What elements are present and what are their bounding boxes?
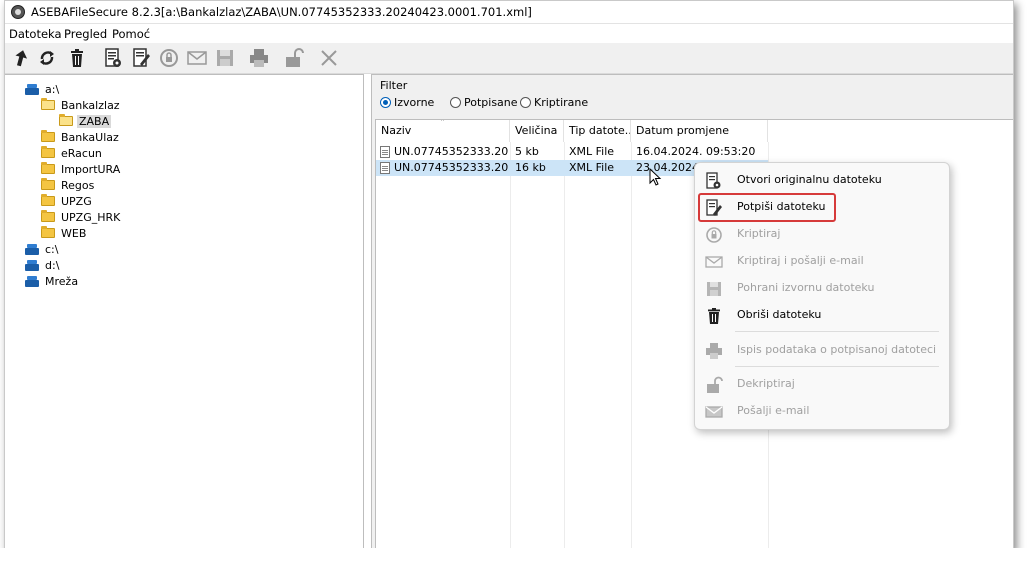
drive-icon bbox=[25, 259, 39, 271]
title-bar: ASEBAFileSecure 8.2.3[a:\Bankalzlaz\ZABA… bbox=[5, 1, 1013, 24]
table-row[interactable]: UN.07745352333.2024... 5 kb XML File 16.… bbox=[376, 144, 768, 160]
tree-item-importura[interactable]: ImportURA bbox=[41, 161, 122, 177]
app-logo-icon bbox=[11, 5, 25, 19]
email-icon bbox=[705, 256, 723, 268]
toolbar bbox=[5, 43, 1013, 74]
delete-icon bbox=[708, 308, 720, 324]
filter-label: Filter bbox=[380, 79, 408, 92]
email-icon[interactable] bbox=[185, 46, 209, 70]
folder-icon bbox=[41, 194, 55, 206]
menu-bar: Datoteka Pregled Pomoć bbox=[5, 25, 1013, 43]
context-item-decrypt[interactable]: Dekriptiraj bbox=[695, 373, 949, 395]
context-item-encrypt[interactable]: Kriptiraj bbox=[695, 223, 949, 245]
filter-radio-izvorne[interactable]: Izvorne bbox=[380, 96, 434, 109]
encrypt-icon bbox=[706, 227, 722, 243]
folder-icon bbox=[41, 226, 55, 238]
drive-icon bbox=[25, 83, 39, 95]
folder-icon bbox=[41, 98, 55, 110]
up-arrow-icon[interactable] bbox=[9, 46, 33, 70]
page-margin bbox=[0, 548, 1036, 585]
context-item-encrypt-email[interactable]: Kriptiraj i pošalji e-mail bbox=[695, 250, 949, 272]
xml-file-icon bbox=[380, 162, 390, 174]
delete-icon[interactable] bbox=[65, 46, 89, 70]
column-header-naziv[interactable]: Naziv ˄ bbox=[376, 120, 510, 142]
menu-pregled[interactable]: Pregled bbox=[64, 27, 107, 41]
highlight-annotation bbox=[698, 193, 836, 222]
print-icon[interactable] bbox=[247, 46, 271, 70]
open-document-icon bbox=[706, 172, 721, 189]
mouse-cursor-icon bbox=[649, 168, 662, 186]
refresh-icon[interactable] bbox=[35, 46, 59, 70]
menu-separator bbox=[735, 366, 939, 367]
unlock-icon bbox=[707, 376, 723, 393]
unlock-icon[interactable] bbox=[281, 46, 305, 70]
tree-item-regos[interactable]: Regos bbox=[41, 177, 96, 193]
column-header-tip[interactable]: Tip datote... bbox=[564, 120, 631, 142]
tree-item-bankaulaz[interactable]: BankaUlaz bbox=[41, 129, 121, 145]
tree-item-eracun[interactable]: eRacun bbox=[41, 145, 104, 161]
context-item-save-original[interactable]: Pohrani izvornu datoteku bbox=[695, 277, 949, 299]
tree-item-bankalzlaz[interactable]: Bankalzlaz bbox=[41, 97, 122, 113]
radio-checked-icon bbox=[380, 97, 391, 108]
menu-datoteka[interactable]: Datoteka bbox=[9, 27, 62, 41]
tree-item-upzg[interactable]: UPZG bbox=[41, 193, 94, 209]
filter-radio-potpisane[interactable]: Potpisane bbox=[450, 96, 518, 109]
tree-item-drive-a[interactable]: a:\ bbox=[25, 81, 61, 97]
save-icon[interactable] bbox=[213, 46, 237, 70]
sort-caret-icon: ˄ bbox=[440, 120, 445, 129]
xml-file-icon bbox=[380, 146, 390, 158]
close-icon[interactable] bbox=[317, 46, 341, 70]
drive-icon bbox=[25, 243, 39, 255]
folder-icon bbox=[41, 210, 55, 222]
folder-icon bbox=[41, 146, 55, 158]
folder-tree: a:\ Bankalzlaz ZABA BankaUlaz eRacun Imp… bbox=[5, 74, 364, 549]
context-item-send-email[interactable]: Pošalji e-mail bbox=[695, 400, 949, 422]
radio-unchecked-icon bbox=[520, 97, 531, 108]
tree-item-upzg-hrk[interactable]: UPZG_HRK bbox=[41, 209, 122, 225]
encrypt-icon[interactable] bbox=[157, 46, 181, 70]
tree-item-zaba[interactable]: ZABA bbox=[59, 113, 112, 129]
folder-icon bbox=[41, 178, 55, 190]
tree-item-drive-c[interactable]: c:\ bbox=[25, 241, 60, 257]
context-item-open-original[interactable]: Otvori originalnu datoteku bbox=[695, 169, 949, 191]
menu-separator bbox=[735, 331, 939, 332]
tree-item-web[interactable]: WEB bbox=[41, 225, 88, 241]
radio-unchecked-icon bbox=[450, 97, 461, 108]
menu-pomoc[interactable]: Pomoć bbox=[112, 27, 150, 41]
print-icon bbox=[706, 343, 722, 359]
window-title: ASEBAFileSecure 8.2.3[a:\Bankalzlaz\ZABA… bbox=[31, 5, 532, 19]
folder-icon bbox=[59, 114, 73, 126]
column-header-datum[interactable]: Datum promjene bbox=[631, 120, 768, 142]
context-item-delete-file[interactable]: Obriši datoteku bbox=[695, 304, 949, 326]
context-item-print-signature-info[interactable]: Ispis podataka o potpisanoj datoteci bbox=[695, 339, 949, 361]
open-document-icon[interactable] bbox=[101, 46, 125, 70]
filter-radio-kriptirane[interactable]: Kriptirane bbox=[520, 96, 588, 109]
save-icon bbox=[707, 282, 721, 296]
column-header-velicina[interactable]: Veličina bbox=[510, 120, 564, 142]
column-divider bbox=[631, 142, 632, 549]
folder-icon bbox=[41, 130, 55, 142]
column-divider bbox=[564, 142, 565, 549]
email-icon bbox=[705, 406, 723, 418]
sign-document-icon[interactable] bbox=[129, 46, 153, 70]
network-icon bbox=[25, 275, 39, 287]
column-divider bbox=[510, 142, 511, 549]
folder-icon bbox=[41, 162, 55, 174]
tree-item-drive-d[interactable]: d:\ bbox=[25, 257, 61, 273]
tree-item-network[interactable]: Mreža bbox=[25, 273, 80, 289]
